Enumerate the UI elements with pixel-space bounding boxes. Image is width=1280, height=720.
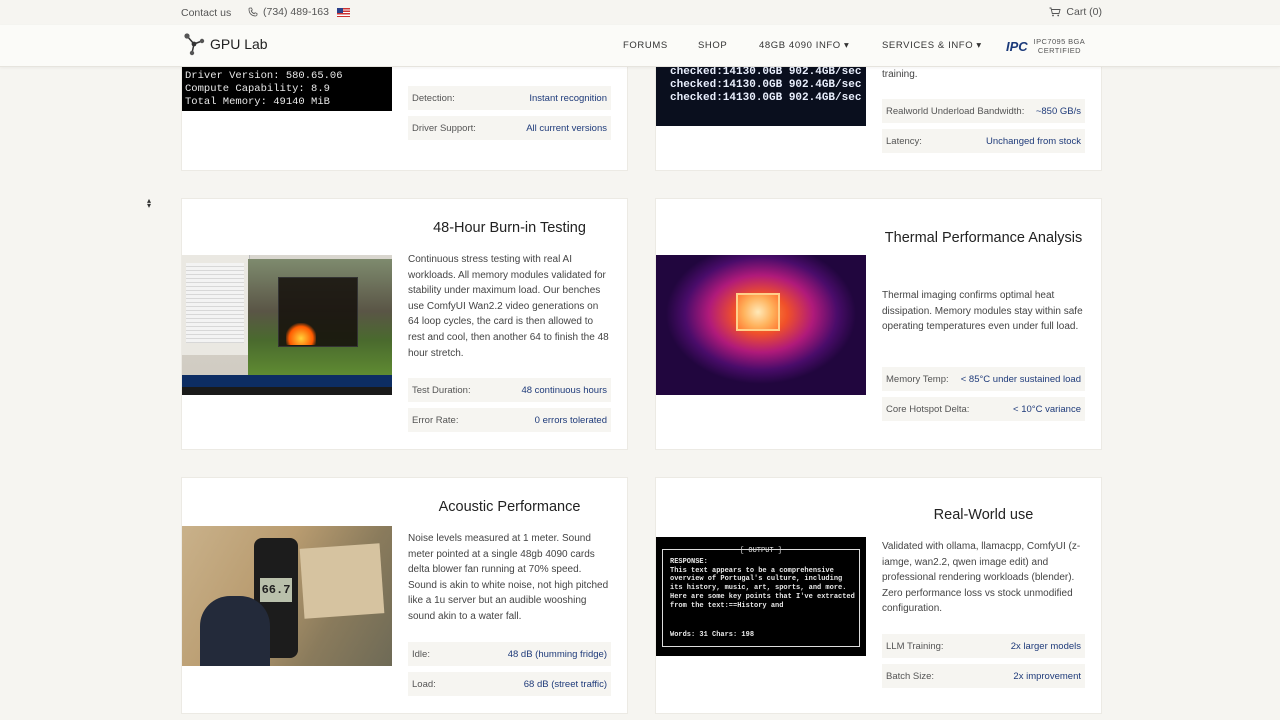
card-title: Acoustic Performance xyxy=(438,499,581,515)
thermal-image xyxy=(656,255,866,395)
card-title: Thermal Performance Analysis xyxy=(884,230,1083,246)
spec-row: Core Hotspot Delta: < 10°C variance xyxy=(882,397,1085,421)
spec-row: Error Rate: 0 errors tolerated xyxy=(408,408,611,432)
card-description: Validated with ollama, llamacpp, ComfyUI… xyxy=(882,541,1081,615)
spec-row: Load: 68 dB (street traffic) xyxy=(408,672,611,696)
burnin-card: 48-Hour Burn-in Testing Continuous stres… xyxy=(181,198,628,450)
spec-row: Realworld Underload Bandwidth: ~850 GB/s xyxy=(882,99,1085,123)
ipc-certified: CERTIFIED xyxy=(1037,46,1081,55)
main-navbar: GPU Lab FORUMS SHOP 48GB 4090 INFO ▾ SER… xyxy=(0,25,1280,67)
spec-label: Error Rate: xyxy=(412,414,459,426)
thermal-card: Thermal Performance Analysis Thermal ima… xyxy=(655,198,1102,450)
card-description: Noise levels measured at 1 meter. Sound … xyxy=(408,533,609,622)
spec-label: Load: xyxy=(412,678,436,690)
brand-name: GPU Lab xyxy=(210,36,268,52)
contact-link[interactable]: Contact us xyxy=(181,7,231,19)
spec-row: Test Duration: 48 continuous hours xyxy=(408,378,611,402)
spec-row: Memory Temp: < 85°C under sustained load xyxy=(882,367,1085,391)
spec-value: 48 dB (humming fridge) xyxy=(507,648,607,660)
spec-label: Latency: xyxy=(886,135,922,147)
burnin-screenshot-image xyxy=(182,255,392,395)
spec-value: < 85°C under sustained load xyxy=(960,373,1081,385)
spec-label: Detection: xyxy=(412,92,455,104)
terminal-line: Driver Version: 580.65.06 xyxy=(185,70,343,82)
spec-row: LLM Training: 2x larger models xyxy=(882,634,1085,658)
spec-value: 2x improvement xyxy=(1013,670,1081,682)
card-description: Thermal imaging confirms optimal heat di… xyxy=(882,290,1083,333)
terminal-line: checked:14130.0GB 902.4GB/sec xyxy=(670,79,862,92)
scroll-indicator-icon: ▴ ▾ xyxy=(147,196,152,210)
spec-value: Instant recognition xyxy=(529,92,607,104)
spec-row: Driver Support: All current versions xyxy=(408,116,611,140)
spec-label: Realworld Underload Bandwidth: xyxy=(886,105,1025,117)
terminal-line: Compute Capability: 8.9 xyxy=(185,82,330,95)
card-title: Real-World use xyxy=(933,507,1034,523)
card-title: 48-Hour Burn-in Testing xyxy=(433,220,586,236)
brand-logo[interactable]: GPU Lab xyxy=(182,32,268,56)
sound-meter-image: 66.7 xyxy=(182,526,392,666)
ipc-standard: IPC7095 BGA xyxy=(1033,37,1086,46)
cart-icon xyxy=(1049,7,1061,17)
spec-row: Idle: 48 dB (humming fridge) xyxy=(408,642,611,666)
acoustic-card: 66.7 Acoustic Performance Noise levels m… xyxy=(181,477,628,714)
spec-value: 68 dB (street traffic) xyxy=(523,678,607,690)
terminal-line: checked:14130.0GB 902.4GB/sec xyxy=(670,92,862,105)
terminal-line: checked:14130.0GB 902.4GB/sec xyxy=(670,66,862,78)
phone-icon xyxy=(248,7,258,17)
phone-number: (734) 489-163 xyxy=(263,6,329,18)
cart-link[interactable]: Cart (0) xyxy=(1049,6,1102,18)
spec-value: All current versions xyxy=(526,122,607,134)
realworld-card: [ OUTPUT ] RESPONSE: This text appears t… xyxy=(655,477,1102,714)
molecule-logo-icon xyxy=(184,33,205,56)
terminal-line: Total Memory: 49140 MiB xyxy=(185,95,330,108)
spec-value: < 10°C variance xyxy=(1013,403,1081,415)
cart-label: Cart (0) xyxy=(1066,6,1102,18)
spec-label: Driver Support: xyxy=(412,122,476,134)
spec-row: Batch Size: 2x improvement xyxy=(882,664,1085,688)
phone-link[interactable]: (734) 489-163 xyxy=(248,6,350,18)
llm-output-terminal-image: [ OUTPUT ] RESPONSE: This text appears t… xyxy=(656,537,866,656)
meter-reading: 66.7 xyxy=(260,578,292,602)
nav-48gb-info[interactable]: 48GB 4090 INFO ▾ xyxy=(759,40,849,51)
spec-value: 2x larger models xyxy=(1010,640,1081,652)
spec-label: Batch Size: xyxy=(886,670,935,682)
spec-value: Unchanged from stock xyxy=(985,135,1081,147)
nav-services-info[interactable]: SERVICES & INFO ▾ xyxy=(882,40,982,51)
us-flag-icon[interactable] xyxy=(336,7,350,17)
spec-label: Memory Temp: xyxy=(886,373,949,385)
spec-row: Latency: Unchanged from stock xyxy=(882,129,1085,153)
ipc-logo: IPC xyxy=(1006,38,1028,54)
spec-value: 48 continuous hours xyxy=(521,384,607,396)
top-bar: Contact us (734) 489-163 Cart (0) xyxy=(0,0,1280,25)
nav-shop[interactable]: SHOP xyxy=(698,40,727,51)
card-description: training. xyxy=(882,69,918,80)
spec-label: Test Duration: xyxy=(412,384,471,396)
spec-label: LLM Training: xyxy=(886,640,944,652)
spec-value: ~850 GB/s xyxy=(1035,105,1081,117)
spec-row: Detection: Instant recognition xyxy=(408,86,611,110)
ipc-certification-badge: IPC IPC7095 BGA CERTIFIED xyxy=(1006,37,1085,55)
spec-label: Idle: xyxy=(412,648,430,660)
spec-value: 0 errors tolerated xyxy=(534,414,607,426)
spec-label: Core Hotspot Delta: xyxy=(886,403,970,415)
nav-forums[interactable]: FORUMS xyxy=(623,40,668,51)
card-description: Continuous stress testing with real AI w… xyxy=(408,254,609,359)
